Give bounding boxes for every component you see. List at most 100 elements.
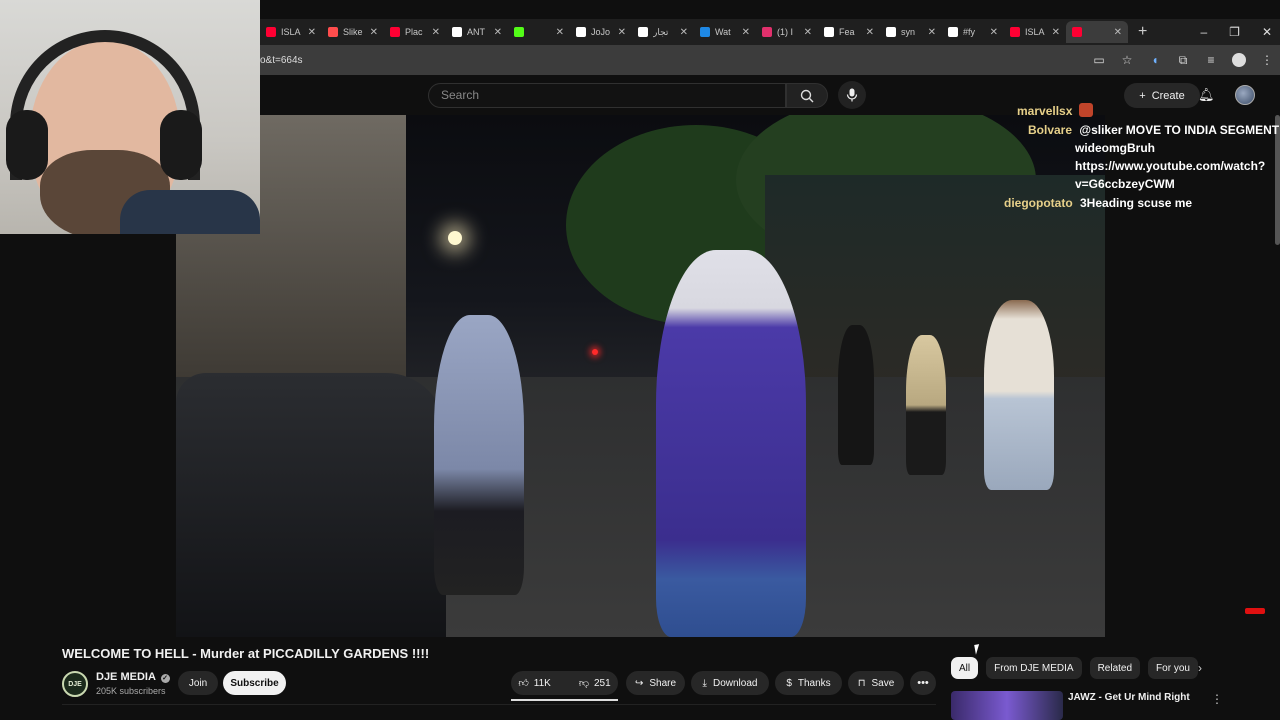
tab-close-icon[interactable]: ✕	[432, 27, 440, 38]
related-video-thumbnail[interactable]	[951, 691, 1063, 720]
browser-tab[interactable]: Plac ✕	[384, 21, 446, 43]
tab-close-icon[interactable]: ✕	[866, 27, 874, 38]
like-count: 11K	[533, 677, 551, 689]
streamer-shirt	[120, 190, 260, 234]
video-title: WELCOME TO HELL - Murder at PICCADILLY G…	[62, 646, 430, 661]
browser-tab[interactable]: (1) I ✕	[756, 21, 818, 43]
search-button[interactable]	[786, 83, 828, 108]
tab-favicon-icon	[328, 27, 338, 37]
close-window-icon[interactable]: ✕	[1262, 25, 1272, 39]
tab-favicon-icon	[390, 27, 400, 37]
tab-close-icon[interactable]: ✕	[370, 27, 378, 38]
download-label: Download	[712, 677, 758, 689]
extensions-icon[interactable]: ⧉	[1176, 53, 1190, 67]
minimize-icon[interactable]: –	[1200, 25, 1207, 39]
chip-related[interactable]: Related	[1089, 657, 1141, 679]
save-label: Save	[871, 677, 895, 689]
like-button[interactable]: 👍︎ 11K	[510, 677, 559, 690]
share-button[interactable]: ↪ Share	[626, 671, 685, 695]
tab-close-icon[interactable]: ✕	[1052, 27, 1060, 38]
channel-name[interactable]: DJE MEDIA ✓	[96, 671, 170, 683]
channel-avatar[interactable]: DJE	[62, 671, 88, 697]
reading-list-icon[interactable]: ≡	[1204, 53, 1218, 67]
subscriber-count: 205K subscribers	[96, 686, 166, 696]
browser-tab[interactable]: ✕	[508, 21, 570, 43]
tab-close-icon[interactable]: ✕	[618, 27, 626, 38]
create-button[interactable]: + Create	[1124, 83, 1200, 108]
audio-extension-icon[interactable]: ◖	[1148, 53, 1162, 67]
browser-tab[interactable]: syn ✕	[880, 21, 942, 43]
youtube-header: Search + Create 🔔︎	[260, 75, 1280, 115]
window-controls: – ❐ ✕	[1200, 19, 1280, 45]
chat-username: marvellsx	[1017, 104, 1073, 118]
browser-tab[interactable]: Slike ✕	[322, 21, 384, 43]
related-video-menu-icon[interactable]: ⋮	[1211, 692, 1223, 706]
browser-tab[interactable]: تجار ✕	[632, 21, 694, 43]
restore-icon[interactable]: ❐	[1229, 25, 1240, 39]
voice-search-button[interactable]	[838, 81, 866, 109]
channel-logo-text: DJE	[68, 680, 82, 688]
chat-message: Bolvare @sliker MOVE TO INDIA SEGMENT BR	[1028, 123, 1280, 137]
video-player[interactable]	[176, 115, 1105, 637]
chip-from-channel[interactable]: From DJE MEDIA	[986, 657, 1082, 679]
browser-tab[interactable]: JoJo ✕	[570, 21, 632, 43]
thumbs-up-icon: 👍︎	[518, 678, 529, 689]
browser-tab[interactable]: Fea ✕	[818, 21, 880, 43]
tab-close-icon[interactable]: ✕	[680, 27, 688, 38]
browser-tab[interactable]: #fy ✕	[942, 21, 1004, 43]
tab-title: Slike	[343, 27, 363, 37]
video-person-mask	[434, 315, 524, 595]
share-label: Share	[649, 677, 677, 689]
browser-tab[interactable]: ✕	[1066, 21, 1128, 43]
save-button[interactable]: ⊓ Save	[848, 671, 904, 695]
related-video-title[interactable]: JAWZ - Get Ur Mind Right	[1068, 692, 1190, 703]
chat-text: @sliker MOVE TO INDIA SEGMENT BR	[1079, 123, 1280, 137]
video-streetlight	[448, 231, 462, 245]
dislike-button[interactable]: 👎︎ 251	[571, 677, 619, 690]
profile-avatar-icon[interactable]	[1232, 53, 1246, 67]
tab-close-icon[interactable]: ✕	[494, 27, 502, 38]
browser-menu-icon[interactable]: ⋮	[1260, 53, 1274, 67]
browser-tab[interactable]: Wat ✕	[694, 21, 756, 43]
tab-title: ISLA	[281, 27, 301, 37]
like-progress-underline	[511, 699, 618, 701]
browser-tab[interactable]: ANT ✕	[446, 21, 508, 43]
url-text[interactable]: o&t=664s	[260, 55, 303, 66]
cast-icon[interactable]: ▭	[1092, 53, 1106, 67]
tab-title: Fea	[839, 27, 855, 37]
subscribe-button[interactable]: Subscribe	[223, 671, 286, 695]
more-actions-button[interactable]: •••	[910, 671, 936, 695]
tab-close-icon[interactable]: ✕	[742, 27, 750, 38]
new-tab-button[interactable]: +	[1138, 23, 1147, 41]
tab-close-icon[interactable]: ✕	[556, 27, 564, 38]
chip-all[interactable]: All	[951, 657, 979, 679]
notifications-bell-icon[interactable]: 🔔︎	[1198, 87, 1215, 103]
bookmark-star-icon[interactable]: ☆	[1120, 53, 1134, 67]
account-avatar[interactable]	[1235, 85, 1255, 105]
join-button[interactable]: Join	[178, 671, 218, 695]
subscribe-watermark[interactable]	[1242, 606, 1268, 624]
thumbs-down-icon: 👎︎	[578, 678, 589, 689]
tab-close-icon[interactable]: ✕	[1114, 27, 1122, 38]
chevron-right-icon[interactable]: ›	[1198, 661, 1202, 675]
tab-favicon-icon	[638, 27, 648, 37]
divider-line	[62, 704, 936, 705]
chat-text: wideomgBruh	[1075, 141, 1155, 155]
chat-username: diegopotato	[1004, 196, 1073, 210]
bookmark-icon: ⊓	[857, 677, 866, 689]
browser-tab[interactable]: ISLA ✕	[1004, 21, 1066, 43]
headphone-earcup-right	[160, 110, 202, 180]
tab-title: (1) I	[777, 27, 794, 37]
tab-close-icon[interactable]: ✕	[928, 27, 936, 38]
tab-title: JoJo	[591, 27, 611, 37]
thanks-button[interactable]: $ Thanks	[775, 671, 842, 695]
create-label: Create	[1151, 89, 1185, 102]
tab-close-icon[interactable]: ✕	[308, 27, 316, 38]
chip-for-you[interactable]: For you	[1148, 657, 1198, 679]
browser-tab[interactable]: ISLA ✕	[260, 21, 322, 43]
tab-favicon-icon	[700, 27, 710, 37]
tab-close-icon[interactable]: ✕	[990, 27, 998, 38]
search-input[interactable]: Search	[428, 83, 786, 108]
tab-close-icon[interactable]: ✕	[804, 27, 812, 38]
download-button[interactable]: ⤓ Download	[691, 671, 769, 695]
